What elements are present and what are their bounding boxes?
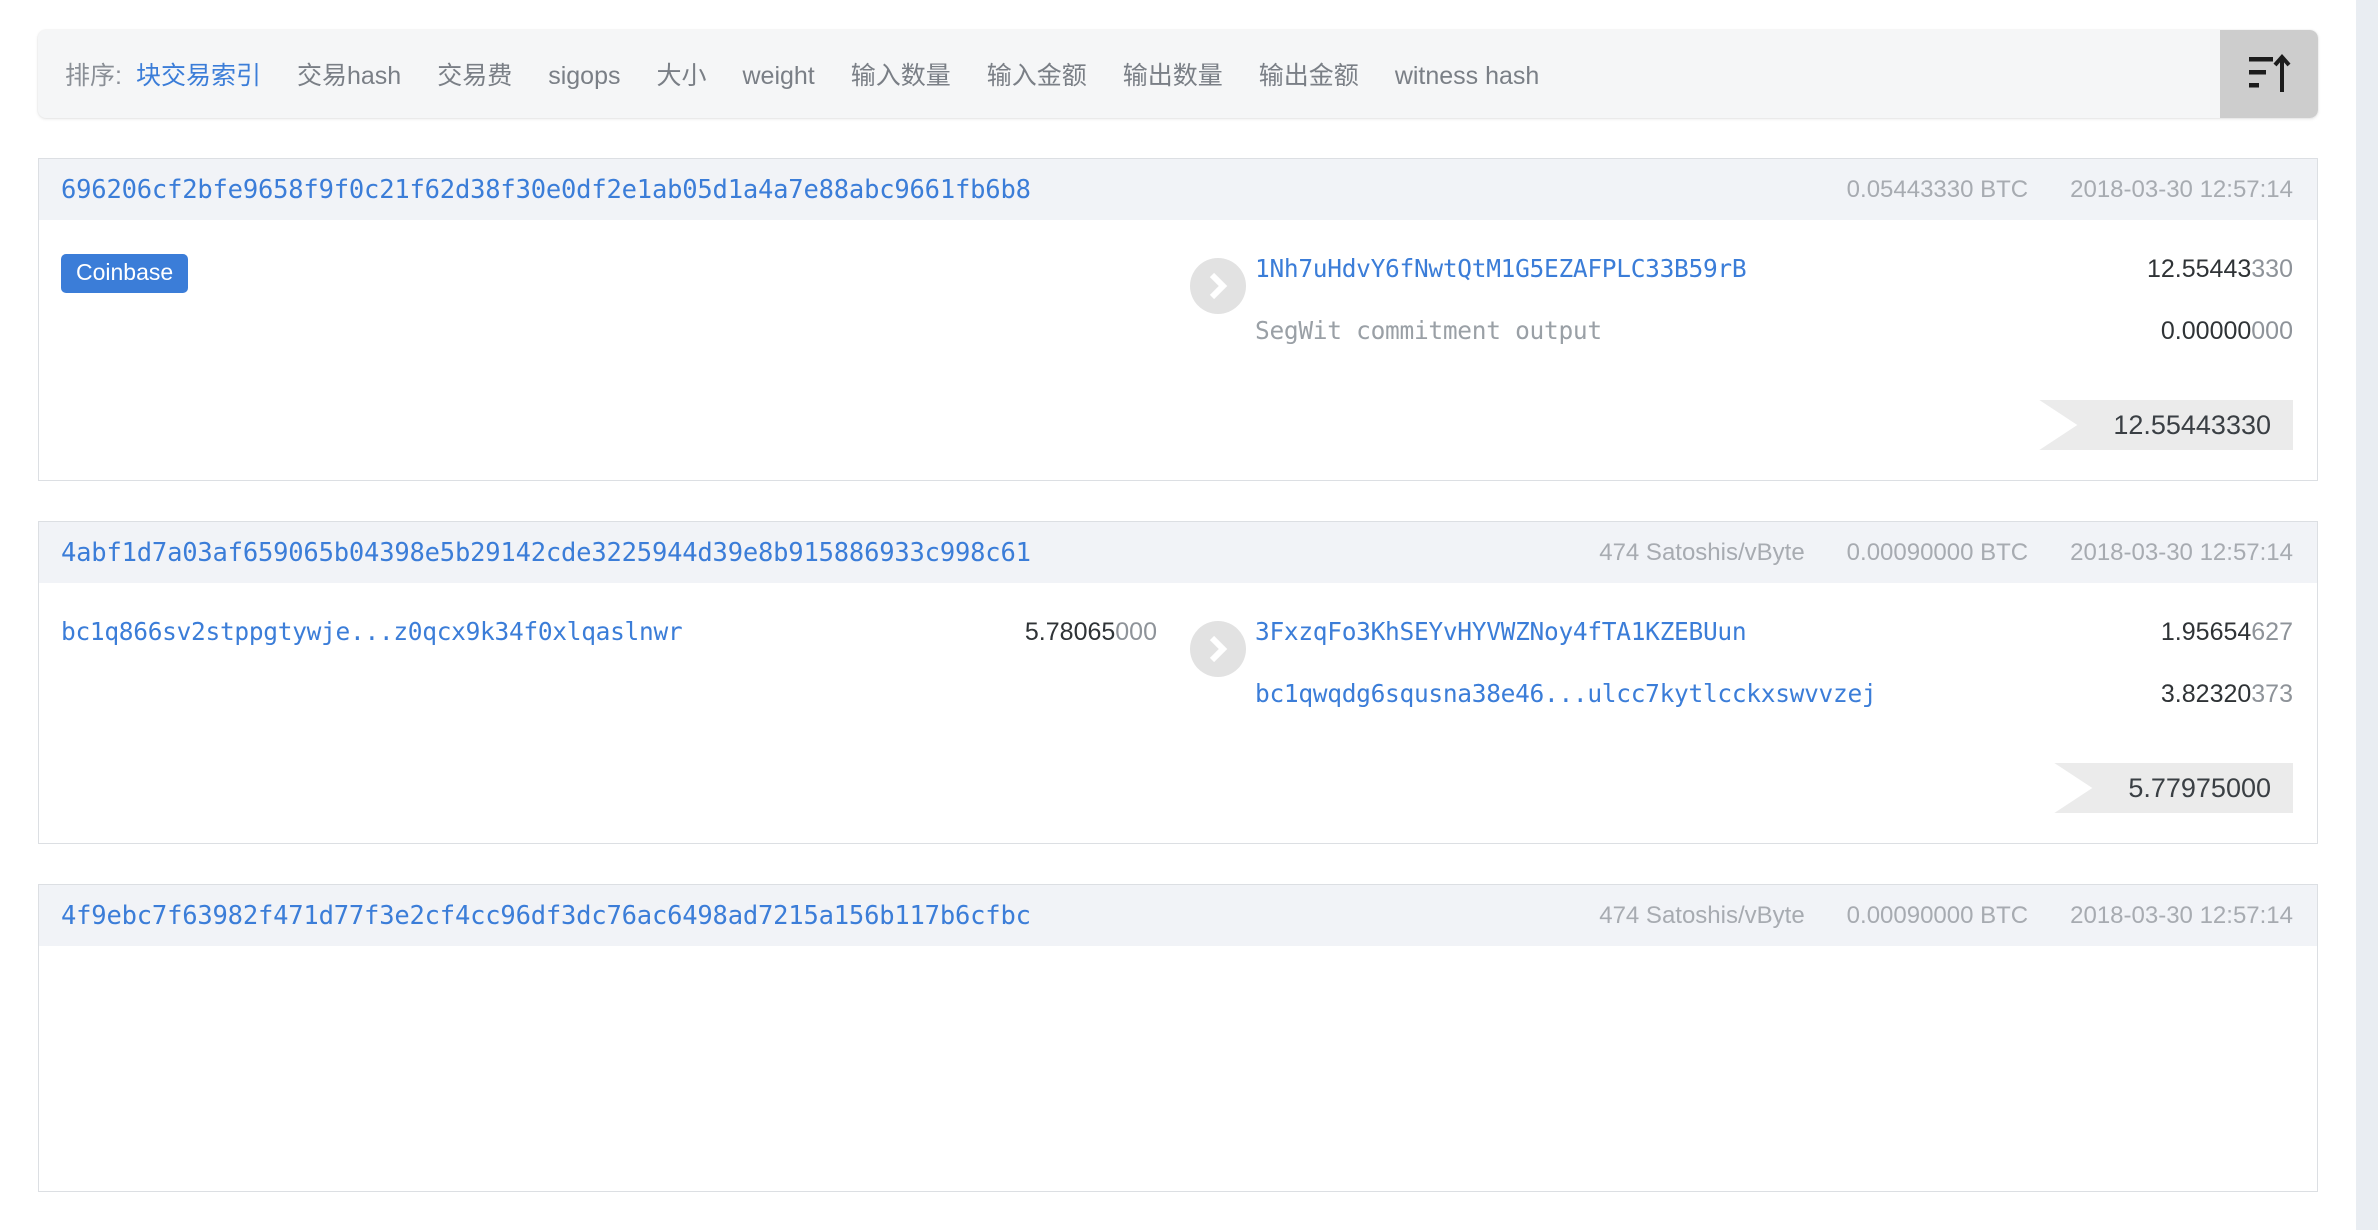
transaction-fee: 0.05443330 BTC (1846, 175, 2029, 203)
sort-toolbar: 排序: 块交易索引 交易hash 交易费 sigops 大小 weight 输入… (38, 30, 2318, 118)
chevron-right-icon (1209, 272, 1228, 300)
coinbase-input-line: Coinbase (61, 254, 1181, 302)
output-amount: 0.00000000 (2160, 317, 2293, 345)
transaction-meta: 0.05443330 BTC 2018-03-30 12:57:14 (1847, 176, 2293, 204)
output-address-link[interactable]: 3FxzqFo3KhSEYvHYVWZNoy4fTA1KZEBUun (1255, 617, 1747, 646)
direction-arrow-wrap (1181, 617, 1255, 677)
inputs-outputs-row: bc1q866sv2stppgtywje...z0qcx9k34f0xlqasl… (61, 617, 2293, 727)
transaction-meta: 474 Satoshis/vByte 0.00090000 BTC 2018-0… (1599, 902, 2293, 930)
output-line: bc1qwqdg6squsna38e46...ulcc7kytlcckxswvv… (1255, 679, 2293, 727)
chevron-right-icon (1209, 635, 1228, 663)
transaction-total-ribbon: 5.77975 000 (2054, 763, 2293, 813)
output-address-link[interactable]: bc1qwqdg6squsna38e46...ulcc7kytlcckxswvv… (1255, 679, 1877, 708)
output-line: SegWit commitment output 0.00000000 (1255, 316, 2293, 364)
transaction-fee: 0.00090000 BTC (1846, 901, 2029, 929)
transaction-time: 2018-03-30 12:57:14 (2070, 901, 2293, 929)
input-address-link[interactable]: bc1q866sv2stppgtywje...z0qcx9k34f0xlqasl… (61, 617, 683, 646)
outputs-column: 1Nh7uHdvY6fNwtQtM1G5EZAFPLC33B59rB 12.55… (1255, 254, 2293, 364)
inputs-outputs-row: Coinbase 1Nh7uHdvY6fNwtQtM1G5EZAFPLC33B5… (61, 254, 2293, 364)
coinbase-badge[interactable]: Coinbase (61, 254, 189, 293)
output-amount: 12.55443330 (2147, 255, 2293, 283)
transaction-card: 696206cf2bfe9658f9f0c21f62d38f30e0df2e1a… (38, 158, 2318, 481)
transaction-time: 2018-03-30 12:57:14 (2070, 538, 2293, 566)
input-amount: 5.78065000 (1024, 618, 1157, 646)
sort-option-size[interactable]: 大小 (656, 56, 706, 92)
output-segwit-commitment-label: SegWit commitment output (1255, 316, 1602, 345)
expand-transaction-button[interactable] (1190, 258, 1246, 314)
sort-label: 排序: (65, 62, 122, 90)
transaction-header: 696206cf2bfe9658f9f0c21f62d38f30e0df2e1a… (38, 158, 2318, 220)
expand-transaction-button[interactable] (1190, 621, 1246, 677)
output-amount: 3.82320373 (2160, 680, 2293, 708)
transaction-feerate: 474 Satoshis/vByte (1599, 901, 1805, 929)
transaction-card: 4abf1d7a03af659065b04398e5b29142cde32259… (38, 521, 2318, 844)
sort-options-list: 排序: 块交易索引 交易hash 交易费 sigops 大小 weight 输入… (38, 56, 2318, 92)
transaction-hash-link[interactable]: 696206cf2bfe9658f9f0c21f62d38f30e0df2e1a… (61, 175, 1031, 205)
output-address-link[interactable]: 1Nh7uHdvY6fNwtQtM1G5EZAFPLC33B59rB (1255, 254, 1747, 283)
sort-option-witness-hash[interactable]: witness hash (1395, 62, 1540, 91)
sort-option-tx-hash[interactable]: 交易hash (297, 56, 401, 92)
transaction-total-wrap: 12.55443 330 (61, 400, 2293, 450)
transaction-list-page: 排序: 块交易索引 交易hash 交易费 sigops 大小 weight 输入… (0, 0, 2378, 1230)
sort-option-output-amount[interactable]: 输出金额 (1259, 56, 1359, 92)
output-amount: 1.95654627 (2160, 618, 2293, 646)
transaction-feerate: 474 Satoshis/vByte (1599, 538, 1805, 566)
output-line: 3FxzqFo3KhSEYvHYVWZNoy4fTA1KZEBUun 1.956… (1255, 617, 2293, 665)
transaction-meta: 474 Satoshis/vByte 0.00090000 BTC 2018-0… (1599, 539, 2293, 567)
transaction-body: bc1q866sv2stppgtywje...z0qcx9k34f0xlqasl… (38, 583, 2318, 844)
output-line: 1Nh7uHdvY6fNwtQtM1G5EZAFPLC33B59rB 12.55… (1255, 254, 2293, 302)
sort-option-sigops[interactable]: sigops (548, 62, 620, 91)
transaction-card: 4f9ebc7f63982f471d77f3e2cf4cc96df3dc76ac… (38, 884, 2318, 1192)
sort-option-output-count[interactable]: 输出数量 (1123, 56, 1223, 92)
input-line: bc1q866sv2stppgtywje...z0qcx9k34f0xlqasl… (61, 617, 1181, 665)
transaction-hash-link[interactable]: 4f9ebc7f63982f471d77f3e2cf4cc96df3dc76ac… (61, 901, 1031, 931)
sort-option-block-tx-index[interactable]: 块交易索引 (136, 56, 261, 92)
transaction-total-wrap: 5.77975 000 (61, 763, 2293, 813)
sort-ascending-icon (2249, 53, 2291, 92)
sort-option-weight[interactable]: weight (742, 62, 814, 91)
transaction-hash-link[interactable]: 4abf1d7a03af659065b04398e5b29142cde32259… (61, 538, 1031, 568)
transaction-body: Coinbase 1Nh7uHdvY6fNwtQtM1G5EZAFPLC33B5… (38, 220, 2318, 481)
page-right-gutter (2356, 0, 2378, 1230)
sort-direction-button[interactable] (2220, 30, 2318, 118)
direction-arrow-wrap (1181, 254, 1255, 314)
transaction-time: 2018-03-30 12:57:14 (2070, 175, 2293, 203)
transaction-fee: 0.00090000 BTC (1846, 538, 2029, 566)
sort-option-tx-fee[interactable]: 交易费 (437, 56, 512, 92)
sort-option-input-count[interactable]: 输入数量 (851, 56, 951, 92)
inputs-column: bc1q866sv2stppgtywje...z0qcx9k34f0xlqasl… (61, 617, 1181, 665)
transaction-header: 4f9ebc7f63982f471d77f3e2cf4cc96df3dc76ac… (38, 884, 2318, 946)
transaction-header: 4abf1d7a03af659065b04398e5b29142cde32259… (38, 521, 2318, 583)
inputs-column: Coinbase (61, 254, 1181, 302)
transaction-total-ribbon: 12.55443 330 (2039, 400, 2293, 450)
transaction-body (38, 946, 2318, 1192)
sort-option-input-amount[interactable]: 输入金额 (987, 56, 1087, 92)
outputs-column: 3FxzqFo3KhSEYvHYVWZNoy4fTA1KZEBUun 1.956… (1255, 617, 2293, 727)
content-column: 排序: 块交易索引 交易hash 交易费 sigops 大小 weight 输入… (38, 0, 2318, 1192)
